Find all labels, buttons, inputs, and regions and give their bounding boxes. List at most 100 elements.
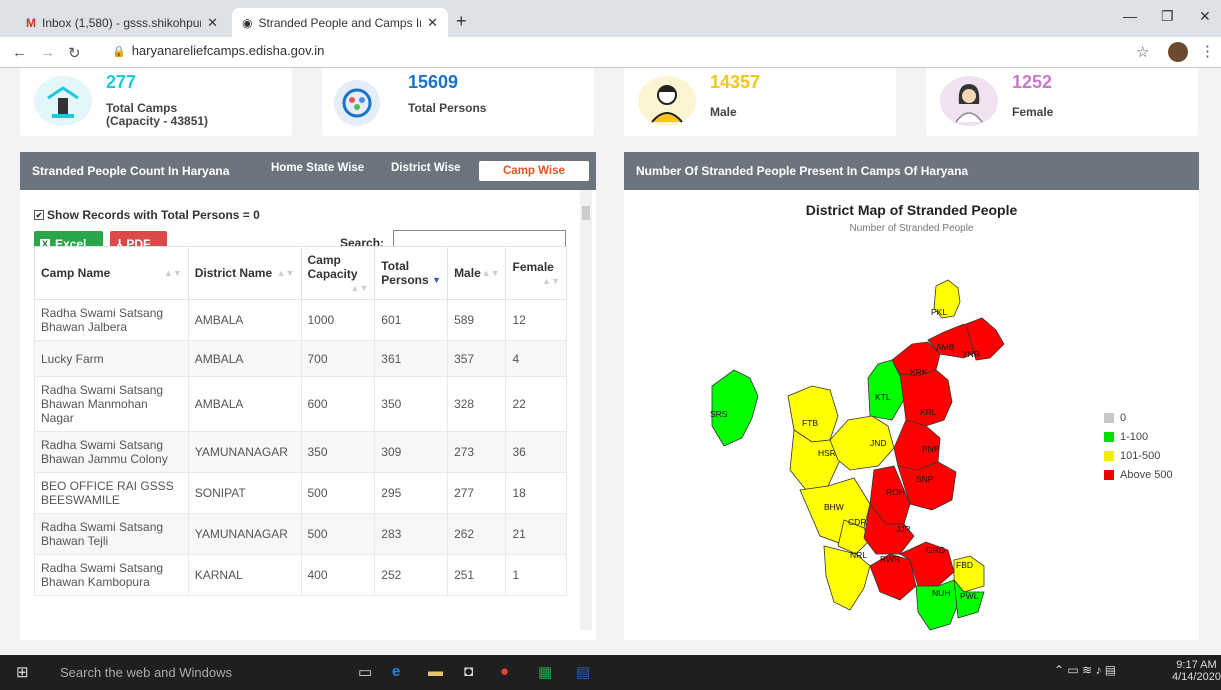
tab-district-wise[interactable]: District Wise — [391, 162, 461, 174]
legend-swatch — [1104, 450, 1114, 461]
legend-swatch — [1104, 431, 1114, 442]
male-label: Male — [710, 105, 737, 119]
district-label-pkl: PKL — [931, 307, 947, 317]
district-cell: SONIPAT — [187, 472, 302, 514]
close-tab-icon[interactable]: ✕ — [427, 15, 438, 31]
capacity-cell: 400 — [300, 554, 376, 596]
tab-camp-wise[interactable]: Camp Wise — [479, 161, 589, 181]
close-tab-icon[interactable]: ✕ — [207, 15, 218, 31]
district-cell: AMBALA — [187, 299, 302, 341]
profile-avatar[interactable] — [1168, 42, 1188, 62]
checkbox-label: Show Records with Total Persons = 0 — [47, 208, 260, 222]
minimize-icon[interactable]: — — [1123, 8, 1137, 24]
district-label-ktl: KTL — [875, 392, 891, 402]
female-cell: 36 — [505, 431, 567, 473]
total-camps-label: Total Camps (Capacity - 43851) — [106, 101, 209, 128]
total-cell: 361 — [374, 340, 449, 377]
bookmark-star-icon[interactable]: ☆ — [1136, 43, 1149, 61]
district-label-pwl: PWL — [960, 591, 979, 601]
district-label-krl: KRL — [920, 407, 937, 417]
tab-gmail[interactable]: M Inbox (1,580) - gsss.shikohpur.79 ✕ — [16, 8, 228, 37]
excel-app-icon[interactable]: ▦ — [538, 663, 552, 681]
col-camp-capacity[interactable]: Camp Capacity ▲▼ — [300, 246, 376, 300]
male-cell: 357 — [447, 340, 507, 377]
total-persons-value: 15609 — [408, 72, 459, 92]
map-title: District Map of Stranded People — [805, 202, 1018, 218]
female-cell: 18 — [505, 472, 567, 514]
district-cell: YAMUNANAGAR — [187, 431, 302, 473]
system-tray-icons[interactable]: ⌃ ▭ ≋ ♪ ▤ — [1054, 663, 1116, 677]
store-icon[interactable]: ◘ — [464, 663, 473, 680]
right-panel-title: Number Of Stranded People Present In Cam… — [636, 164, 969, 178]
browser-chrome: M Inbox (1,580) - gsss.shikohpur.79 ✕ ◉ … — [0, 0, 1221, 68]
word-app-icon[interactable]: ▤ — [576, 663, 590, 681]
scrollbar-thumb[interactable] — [582, 206, 590, 220]
female-avatar-icon — [940, 76, 998, 126]
district-label-roh: ROH — [886, 487, 905, 497]
district-cell: KARNAL — [187, 554, 302, 596]
district-label-cdr: CDR — [848, 517, 866, 527]
district-label-snp: SNP — [916, 474, 934, 484]
address-bar: ← → ↻ 🔒 haryanareliefcamps.edisha.gov.in … — [0, 37, 1221, 68]
task-view-icon[interactable]: ▭ — [358, 663, 372, 681]
url-text: haryanareliefcamps.edisha.gov.in — [131, 43, 325, 58]
tab-home-state-wise[interactable]: Home State Wise — [271, 162, 364, 174]
district-cell: YAMUNANAGAR — [187, 513, 302, 555]
url-field[interactable]: 🔒 haryanareliefcamps.edisha.gov.in — [112, 43, 324, 58]
camp-table: Camp Name ▲▼ District Name ▲▼ Camp Capacit… — [34, 246, 567, 596]
restore-icon[interactable]: ❐ — [1161, 8, 1174, 25]
edge-icon[interactable]: e — [392, 663, 400, 680]
table-row: Lucky Farm AMBALA 700 361 357 4 — [34, 340, 567, 377]
sort-icon: ▲▼ — [350, 283, 369, 293]
col-male[interactable]: Male ▲▼ — [447, 246, 507, 300]
male-cell: 273 — [447, 431, 507, 473]
legend-item[interactable]: Above 500 — [1104, 465, 1173, 484]
capacity-cell: 500 — [300, 513, 376, 555]
new-tab-button[interactable]: + — [456, 11, 467, 32]
district-label-ftb: FTB — [802, 418, 818, 428]
capacity-cell: 700 — [300, 340, 376, 377]
district-krl[interactable] — [899, 369, 953, 427]
stat-card-persons: 15609 Total Persons — [322, 68, 594, 136]
table-header-row: Camp Name ▲▼ District Name ▲▼ Camp Capacit… — [34, 246, 567, 300]
district-label-srs: SRS — [710, 409, 728, 419]
checkbox-checked-icon[interactable]: ✔ — [34, 210, 44, 220]
legend-item[interactable]: 0 — [1104, 408, 1173, 427]
col-female[interactable]: Female ▲▼ — [505, 246, 567, 300]
tab-stranded-people[interactable]: ◉ Stranded People and Camps In H ✕ — [232, 8, 448, 37]
show-zero-checkbox-row[interactable]: ✔ Show Records with Total Persons = 0 — [34, 208, 260, 222]
table-row: Radha Swami Satsang Bhawan Manmohan Naga… — [34, 376, 567, 432]
file-explorer-icon[interactable]: ▬ — [428, 663, 443, 680]
district-label-fbd: FBD — [956, 560, 973, 570]
stat-card-female: 1252 Female — [926, 68, 1198, 136]
close-window-icon[interactable]: ✕ — [1199, 8, 1211, 25]
clock-date: 4/14/2020 — [1172, 671, 1221, 683]
district-label-amb: AMB — [936, 342, 955, 352]
total-cell: 252 — [374, 554, 449, 596]
col-district-name[interactable]: District Name ▲▼ — [187, 246, 302, 300]
col-total-persons[interactable]: Total Persons ▼ — [374, 246, 449, 300]
reload-icon[interactable]: ↻ — [68, 44, 81, 62]
back-arrow-icon[interactable]: ← — [12, 44, 27, 61]
taskbar-search[interactable]: Search the web and Windows — [60, 665, 232, 680]
district-srs[interactable] — [711, 369, 759, 447]
camp-name-cell: Radha Swami Satsang Bhawan Jammu Colony — [34, 431, 189, 473]
forward-arrow-icon[interactable]: → — [40, 44, 55, 61]
camp-name-cell: BEO OFFICE RAI GSSS BEESWAMILE — [34, 472, 189, 514]
table-row: Radha Swami Satsang Bhawan Kambopura KARN… — [34, 554, 567, 596]
district-label-hsr: HSR — [818, 448, 836, 458]
chrome-icon[interactable]: ● — [500, 663, 509, 680]
legend-item[interactable]: 1-100 — [1104, 427, 1173, 446]
male-cell: 589 — [447, 299, 507, 341]
camp-table-body: Radha Swami Satsang Bhawan Jalbera AMBALA… — [34, 299, 567, 596]
stat-card-male: 14357 Male — [624, 68, 896, 136]
male-avatar-icon — [638, 76, 696, 126]
taskbar-clock[interactable]: 9:17 AM 4/14/2020 — [1172, 659, 1221, 683]
district-label-nuh: NUH — [932, 588, 950, 598]
menu-dots-icon[interactable]: ⋮ — [1200, 42, 1215, 60]
male-cell: 251 — [447, 554, 507, 596]
table-scrollbar[interactable] — [580, 190, 592, 630]
legend-item[interactable]: 101-500 — [1104, 446, 1173, 465]
col-camp-name[interactable]: Camp Name ▲▼ — [34, 246, 189, 300]
windows-start-icon[interactable]: ⊞ — [16, 663, 29, 681]
